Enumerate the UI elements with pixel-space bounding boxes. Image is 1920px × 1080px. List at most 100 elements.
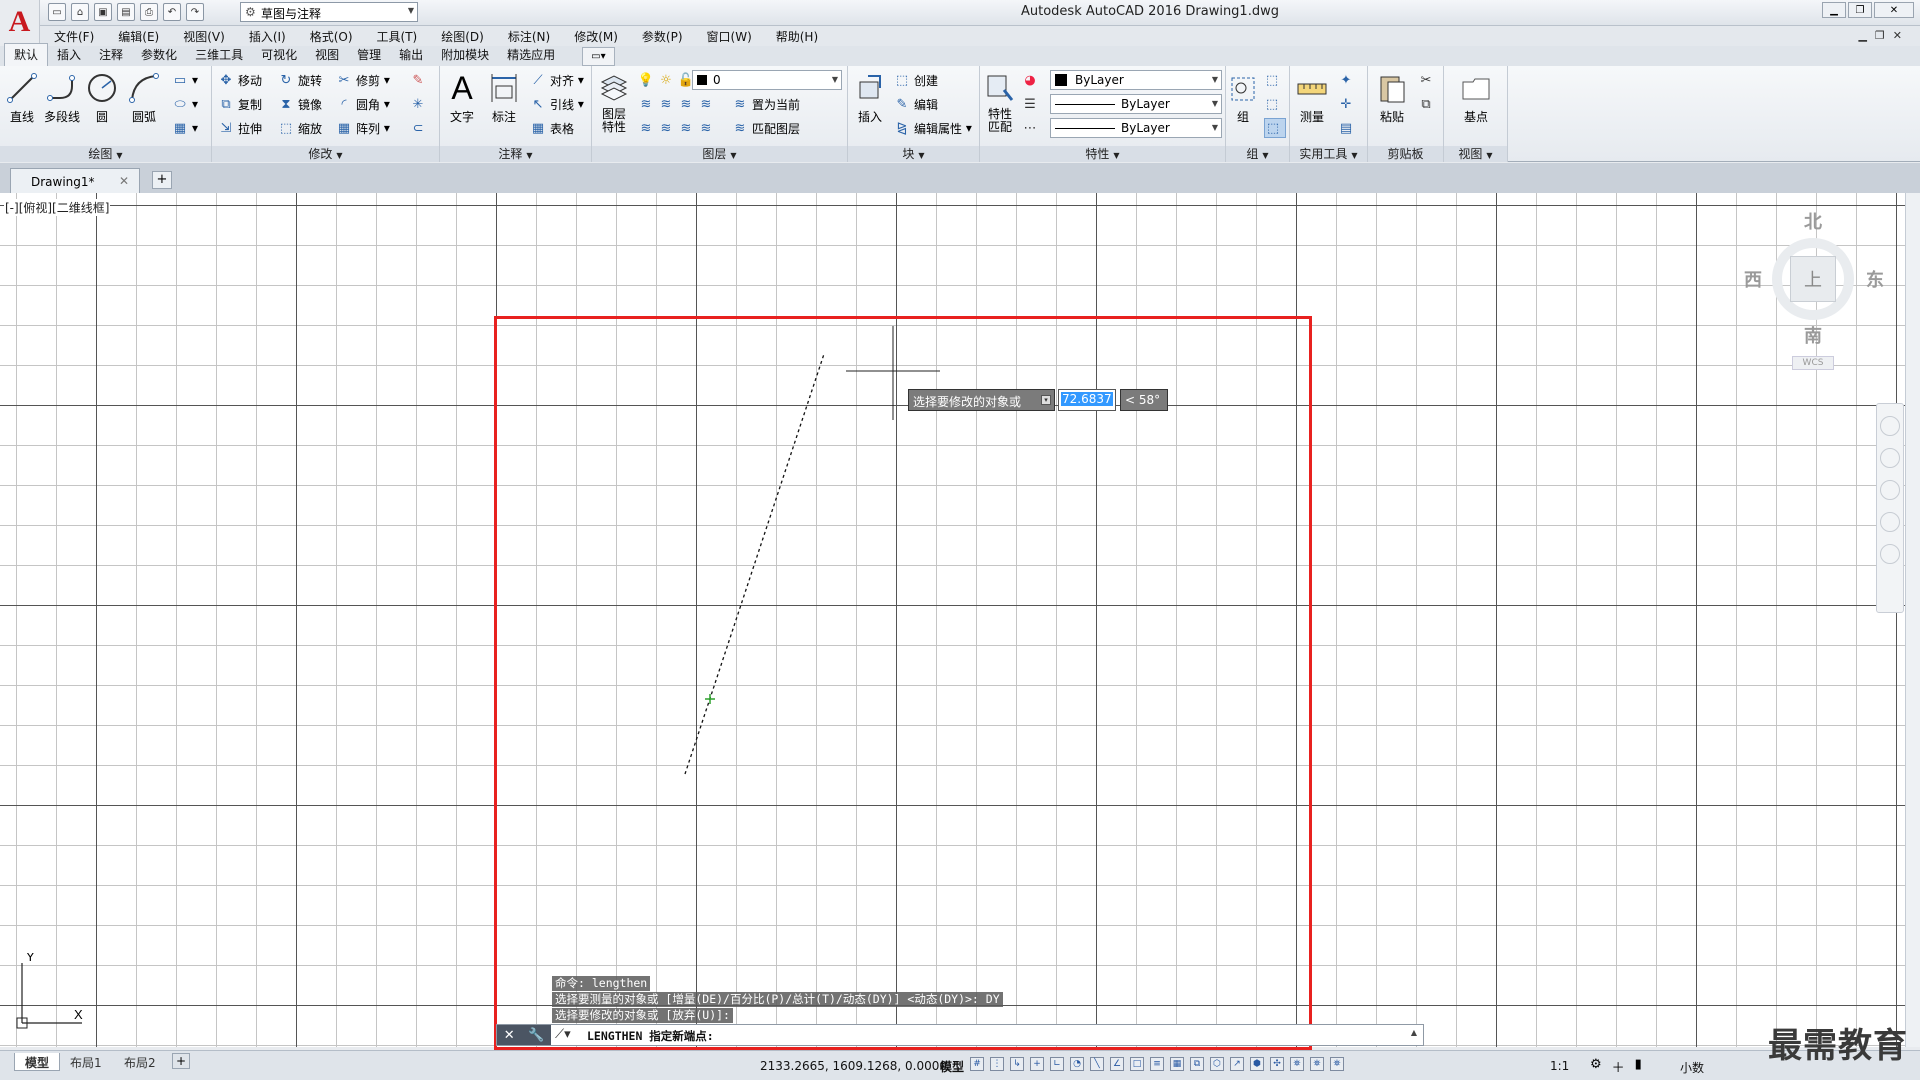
object-snap-icon[interactable]: □ bbox=[1130, 1057, 1144, 1071]
maximize-button[interactable]: ❐ bbox=[1848, 2, 1872, 18]
selection-cycling-icon[interactable]: ⧉ bbox=[1190, 1057, 1204, 1071]
redo-icon[interactable]: ↷ bbox=[186, 3, 204, 21]
panel-utilities-title[interactable]: 实用工具 ▼ bbox=[1290, 146, 1367, 162]
viewcube-east[interactable]: 东 bbox=[1866, 266, 1884, 292]
lineweight-dropdown[interactable]: ByLayer bbox=[1050, 118, 1222, 138]
vertical-scrollbar[interactable] bbox=[1905, 193, 1920, 1047]
tab-visualize[interactable]: 可视化 bbox=[252, 44, 306, 66]
table-button[interactable]: ▦ 表格 bbox=[530, 118, 574, 138]
layer-dropdown[interactable]: 0 bbox=[692, 70, 842, 90]
menu-view[interactable]: 视图(V) bbox=[183, 28, 225, 45]
tab-default[interactable]: 默认 bbox=[4, 43, 49, 66]
polyline-button[interactable]: 多段线 bbox=[42, 70, 82, 125]
copy-button[interactable]: ⧉ 复制 bbox=[218, 94, 262, 114]
layer-state-icons[interactable]: 💡 ☼ 🔓 bbox=[638, 70, 698, 90]
linetype-dropdown[interactable]: ByLayer bbox=[1050, 94, 1222, 114]
color-dropdown[interactable]: ByLayer bbox=[1050, 70, 1222, 90]
layer-tools-row3[interactable]: ≋ ≋ ≋ ≋ bbox=[638, 118, 718, 138]
menu-format[interactable]: 格式(O) bbox=[310, 28, 353, 45]
erase-button[interactable]: ✎ bbox=[410, 70, 430, 90]
tab-layout1[interactable]: 布局1 bbox=[60, 1053, 112, 1071]
tab-3d-tools[interactable]: 三维工具 bbox=[186, 44, 252, 66]
lineweight-toggle-icon[interactable]: ≡ bbox=[1150, 1057, 1164, 1071]
trim-button[interactable]: ✂ 修剪 ▾ bbox=[336, 70, 390, 90]
panel-block-title[interactable]: 块 ▼ bbox=[848, 146, 979, 162]
calculator-icon[interactable]: ▤ bbox=[1338, 118, 1358, 138]
quick-select-icon[interactable]: ✦ bbox=[1338, 70, 1358, 90]
move-button[interactable]: ✥ 移动 bbox=[218, 70, 262, 90]
layer-tools-row2[interactable]: ≋ ≋ ≋ ≋ bbox=[638, 94, 718, 114]
layer-properties-button[interactable]: 图层 特性 bbox=[594, 70, 634, 134]
align-dim-button[interactable]: ⟋ 对齐 ▾ bbox=[530, 70, 583, 90]
save-as-icon[interactable]: ▤ bbox=[117, 3, 135, 21]
annotation-scale-icon[interactable]: ⛯ bbox=[1330, 1057, 1344, 1071]
arc-button[interactable]: 圆弧 bbox=[124, 70, 164, 125]
infer-constraints-icon[interactable]: ↳ bbox=[1010, 1057, 1024, 1071]
scale-button[interactable]: ⬚ 缩放 bbox=[278, 118, 322, 138]
copy-clip-icon[interactable]: ⧉ bbox=[1418, 94, 1438, 114]
close-button[interactable]: ✕ bbox=[1874, 2, 1914, 18]
object-snap-tracking-icon[interactable]: ∠ bbox=[1110, 1057, 1124, 1071]
rectangle-button[interactable]: ▭ ▾ bbox=[172, 70, 198, 90]
tab-drawing1[interactable]: Drawing1* ✕ bbox=[10, 168, 140, 193]
tab-addins[interactable]: 附加模块 bbox=[432, 44, 498, 66]
isolate-objects-icon[interactable]: ▮ bbox=[1635, 1057, 1642, 1076]
close-command-icon[interactable]: ✕ bbox=[504, 1028, 515, 1043]
coordinate-readout[interactable]: 2133.2665, 1609.1268, 0.0000 bbox=[760, 1059, 947, 1073]
set-current-button[interactable]: ≋ 置为当前 bbox=[732, 94, 800, 114]
cut-icon[interactable]: ✂ bbox=[1418, 70, 1438, 90]
transparency-icon[interactable]: ▦ bbox=[1170, 1057, 1184, 1071]
3d-osnap-icon[interactable]: ⬡ bbox=[1210, 1057, 1224, 1071]
menu-help[interactable]: 帮助(H) bbox=[776, 28, 818, 45]
command-history-toggle-icon[interactable]: ▲ bbox=[1411, 1028, 1417, 1037]
tab-insert[interactable]: 插入 bbox=[48, 44, 90, 66]
match-layer-button[interactable]: ≋ 匹配图层 bbox=[732, 118, 800, 138]
menu-draw[interactable]: 绘图(D) bbox=[441, 28, 484, 45]
new-file-icon[interactable]: ▭ bbox=[48, 3, 66, 21]
group-edit-icon[interactable]: ⬚ bbox=[1264, 94, 1284, 114]
orbit-icon[interactable] bbox=[1880, 512, 1900, 532]
tab-manage[interactable]: 管理 bbox=[348, 44, 390, 66]
viewcube[interactable]: 北 南 西 东 上 WCS bbox=[1740, 208, 1890, 378]
mirror-button[interactable]: ⧗ 镜像 bbox=[278, 94, 322, 114]
ungroup-icon[interactable]: ⬚ bbox=[1264, 70, 1284, 90]
document-window-controls[interactable]: ▁❐✕ bbox=[1858, 29, 1910, 42]
options-arrow-icon[interactable]: ▾ bbox=[1041, 395, 1051, 405]
units-value[interactable]: 小数 bbox=[1680, 1059, 1704, 1076]
polar-tracking-icon[interactable]: ◔ bbox=[1070, 1057, 1084, 1071]
navigation-bar[interactable] bbox=[1876, 403, 1904, 613]
isometric-icon[interactable]: ╲ bbox=[1090, 1057, 1104, 1071]
grid-icon[interactable]: # bbox=[970, 1057, 984, 1071]
undo-icon[interactable]: ↶ bbox=[163, 3, 181, 21]
gizmo-icon[interactable]: ✣ bbox=[1270, 1057, 1284, 1071]
color-wheel-icon[interactable]: ◕ bbox=[1022, 70, 1042, 90]
pan-icon[interactable] bbox=[1880, 448, 1900, 468]
panel-modify-title[interactable]: 修改 ▼ bbox=[212, 146, 439, 162]
selection-filter-icon[interactable]: ⬢ bbox=[1250, 1057, 1264, 1071]
annotation-scale-value[interactable]: 1:1 bbox=[1550, 1059, 1569, 1073]
tab-parametric[interactable]: 参数化 bbox=[132, 44, 186, 66]
panel-layers-title[interactable]: 图层 ▼ bbox=[592, 146, 847, 162]
tab-view[interactable]: 视图 bbox=[306, 44, 348, 66]
dynamic-input-value[interactable]: 72.6837 bbox=[1058, 389, 1116, 411]
edit-attributes-button[interactable]: ⧎ 编辑属性 ▾ bbox=[894, 118, 972, 138]
menu-tools[interactable]: 工具(T) bbox=[377, 28, 418, 45]
stretch-button[interactable]: ⇲ 拉伸 bbox=[218, 118, 262, 138]
snap-icon[interactable]: ⋮ bbox=[990, 1057, 1004, 1071]
dimension-button[interactable]: 标注 bbox=[484, 70, 524, 125]
ortho-icon[interactable]: ∟ bbox=[1050, 1057, 1064, 1071]
text-button[interactable]: A 文字 bbox=[442, 70, 482, 125]
panel-properties-title[interactable]: 特性 ▼ bbox=[980, 146, 1225, 162]
tab-model[interactable]: 模型 bbox=[14, 1053, 61, 1071]
close-tab-icon[interactable]: ✕ bbox=[119, 174, 129, 188]
edit-block-button[interactable]: ✎ 编辑 bbox=[894, 94, 938, 114]
viewcube-top-face[interactable]: 上 bbox=[1790, 256, 1836, 302]
application-menu-button[interactable]: A bbox=[0, 0, 40, 44]
tab-output[interactable]: 输出 bbox=[390, 44, 432, 66]
menu-modify[interactable]: 修改(M) bbox=[574, 28, 618, 45]
ellipse-button[interactable]: ⬭ ▾ bbox=[172, 94, 198, 114]
base-view-button[interactable]: 基点 bbox=[1456, 70, 1496, 125]
minimize-button[interactable]: ▁ bbox=[1822, 2, 1846, 18]
auto-scale-icon[interactable]: ⛯ bbox=[1310, 1057, 1324, 1071]
viewcube-west[interactable]: 西 bbox=[1744, 266, 1762, 292]
